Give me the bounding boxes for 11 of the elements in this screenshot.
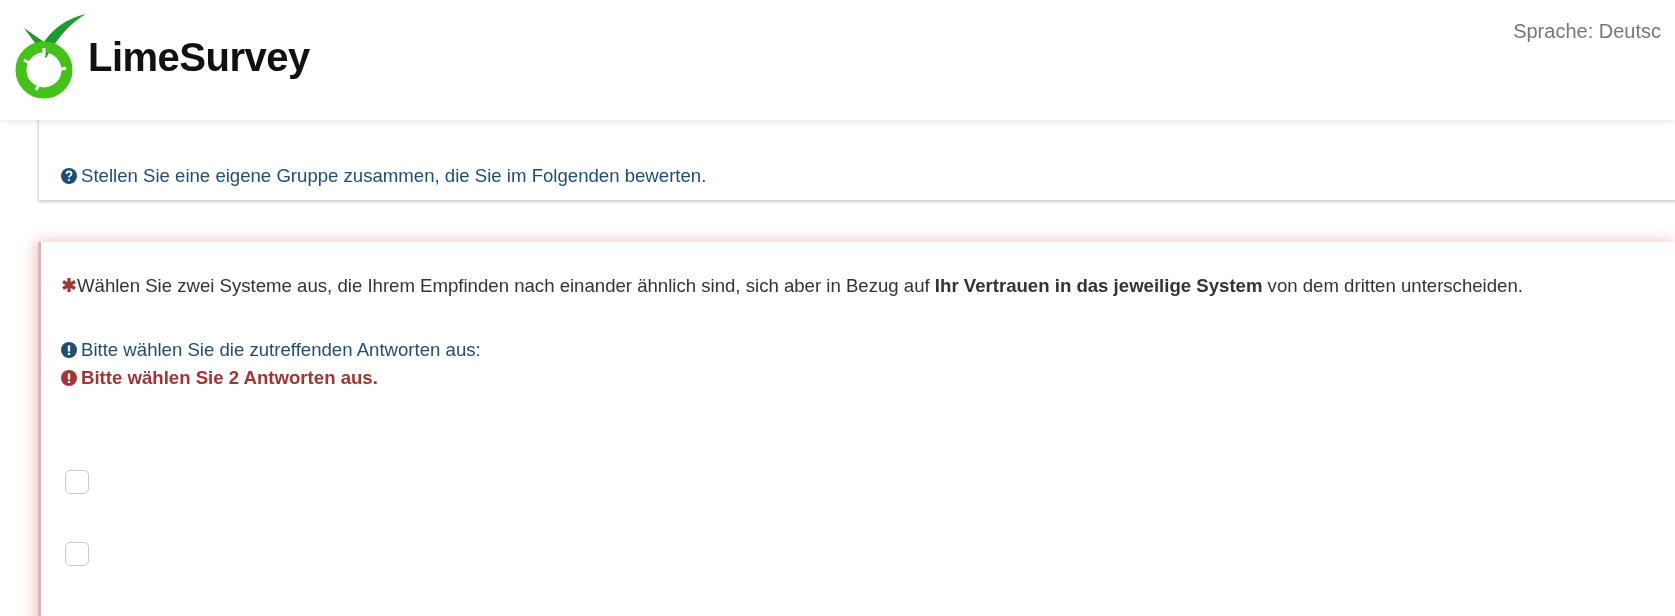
answer-hint: Bitte wählen Sie die zutreffenden Antworten aus: xyxy=(81,337,481,362)
language-label[interactable]: Sprache: Deutsc xyxy=(1513,16,1661,46)
error-message: Bitte wählen Sie 2 Antworten aus. xyxy=(81,365,378,390)
checkbox[interactable] xyxy=(65,469,89,494)
logo-text: LimeSurvey xyxy=(88,34,310,81)
group-description: Stellen Sie eine eigene Gruppe zusammen, die Sie im Folgenden bewerten. xyxy=(81,164,707,188)
exclamation-icon xyxy=(61,369,77,386)
help-icon xyxy=(61,167,77,184)
question-text: Wählen Sie zwei Systeme aus, die Ihrem Empfinden nach einander ähnlich sind, sich aber in Bezug auf Ihr Vertrauen in das jeweilige System von dem dritten unterscheiden. xyxy=(77,273,1523,298)
checkbox[interactable] xyxy=(65,541,89,566)
exclamation-icon xyxy=(61,341,77,358)
